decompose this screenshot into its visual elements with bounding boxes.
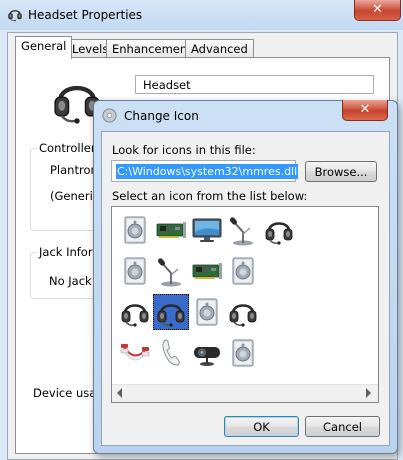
list-item[interactable] (261, 212, 297, 248)
scroll-left-icon[interactable] (117, 388, 122, 398)
tab-advanced[interactable]: Advanced (185, 39, 254, 58)
speaker-icon (119, 255, 151, 287)
device-name-field[interactable]: Headset (135, 75, 374, 94)
list-item[interactable] (153, 212, 189, 248)
headset-icon (155, 296, 187, 328)
headset-icon (7, 6, 23, 22)
sound-card-icon (155, 214, 187, 246)
properties-title: Headset Properties (28, 8, 143, 22)
microphone-icon (227, 214, 259, 246)
dialog-close-button[interactable]: ✕ (342, 100, 388, 121)
list-item[interactable] (225, 253, 261, 289)
cancel-button[interactable]: Cancel (305, 416, 380, 437)
headset-icon (119, 296, 151, 328)
headset-icon (263, 214, 295, 246)
ok-button[interactable]: OK (224, 416, 299, 437)
list-item[interactable] (225, 212, 261, 248)
icon-file-input[interactable]: C:\Windows\system32\mmres.dll (111, 160, 299, 182)
list-item[interactable] (117, 294, 153, 330)
dialog-body: Look for icons in this file: C:\Windows\… (101, 131, 390, 446)
monitor-icon (191, 214, 223, 246)
speaker-icon (227, 255, 259, 287)
icon-list[interactable] (111, 206, 379, 403)
list-item-selected[interactable] (153, 294, 189, 330)
scroll-right-icon[interactable] (366, 388, 371, 398)
dialog-title: Change Icon (124, 109, 199, 123)
speaker-icon (119, 214, 151, 246)
properties-titlebar[interactable]: Headset Properties (0, 0, 403, 30)
change-icon-dialog: Change Icon ✕ Look for icons in this fil… (93, 100, 398, 454)
controller-sub: (Generic (50, 189, 100, 203)
headset-icon (227, 296, 259, 328)
icon-list-label: Select an icon from the list below: (112, 189, 308, 203)
list-item[interactable] (225, 294, 261, 330)
speaker-icon (191, 296, 223, 328)
list-item[interactable] (189, 335, 225, 371)
tab-general[interactable]: General (15, 36, 73, 59)
list-item[interactable] (117, 212, 153, 248)
settings-disc-icon (102, 108, 117, 123)
list-item[interactable] (189, 294, 225, 330)
phone-handset-icon (155, 337, 187, 369)
properties-close-button[interactable]: ✕ (354, 0, 401, 21)
rca-cable-icon (119, 337, 151, 369)
sound-card-icon (191, 255, 223, 287)
browse-button[interactable]: Browse... (305, 161, 377, 182)
list-item[interactable] (117, 253, 153, 289)
list-item[interactable] (153, 335, 189, 371)
icon-file-value: C:\Windows\system32\mmres.dll (116, 164, 299, 179)
list-item[interactable] (189, 212, 225, 248)
list-item[interactable] (225, 335, 261, 371)
list-item[interactable] (117, 335, 153, 371)
file-label: Look for icons in this file: (112, 143, 256, 157)
list-item[interactable] (189, 253, 225, 289)
horizontal-scrollbar[interactable] (112, 384, 378, 402)
speaker-icon (227, 337, 259, 369)
list-item[interactable] (153, 253, 189, 289)
webcam-icon (191, 337, 223, 369)
microphone-icon (155, 255, 187, 287)
